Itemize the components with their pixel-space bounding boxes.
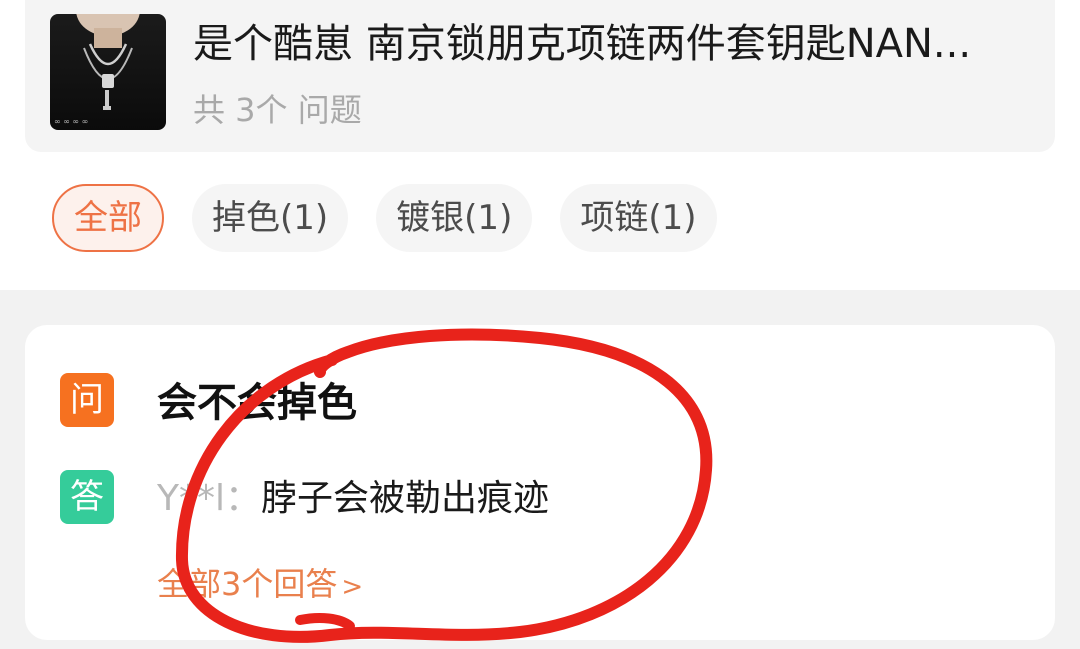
filter-tags: 全部 掉色(1) 镀银(1) 项链(1) — [52, 184, 717, 252]
product-header-section: ∞ ∞ ∞ ∞ 是个酷崽 南京锁朋克项链两件套钥匙NAN... 共 3个 问题 … — [0, 0, 1080, 290]
chevron-right-icon: > — [341, 572, 364, 602]
product-title[interactable]: 是个酷崽 南京锁朋克项链两件套钥匙NAN... — [193, 16, 1033, 72]
thumbnail-brand-text: ∞ ∞ ∞ ∞ — [54, 117, 89, 126]
tag-fading[interactable]: 掉色(1) — [192, 184, 349, 252]
qa-card[interactable]: 问 会不会掉色 答 Y**l：脖子会被勒出痕迹 全部3个回答 > — [25, 325, 1055, 640]
tag-all[interactable]: 全部 — [52, 184, 164, 252]
all-answers-label: 全部3个回答 — [157, 565, 338, 603]
tag-silver-plated[interactable]: 镀银(1) — [376, 184, 533, 252]
product-thumbnail[interactable]: ∞ ∞ ∞ ∞ — [50, 14, 166, 130]
product-card[interactable]: ∞ ∞ ∞ ∞ 是个酷崽 南京锁朋克项链两件套钥匙NAN... 共 3个 问题 — [25, 0, 1055, 152]
answer-row[interactable]: Y**l：脖子会被勒出痕迹 — [157, 473, 549, 525]
tag-necklace[interactable]: 项链(1) — [560, 184, 717, 252]
answer-badge-icon: 答 — [60, 470, 114, 524]
necklace-image — [83, 43, 133, 110]
question-text[interactable]: 会不会掉色 — [157, 375, 357, 431]
all-answers-link[interactable]: 全部3个回答 > — [157, 561, 363, 610]
answer-username: Y**l： — [157, 478, 261, 519]
answer-text: 脖子会被勒出痕迹 — [261, 478, 550, 519]
question-count: 共 3个 问题 — [193, 91, 362, 129]
question-badge-icon: 问 — [60, 373, 114, 427]
